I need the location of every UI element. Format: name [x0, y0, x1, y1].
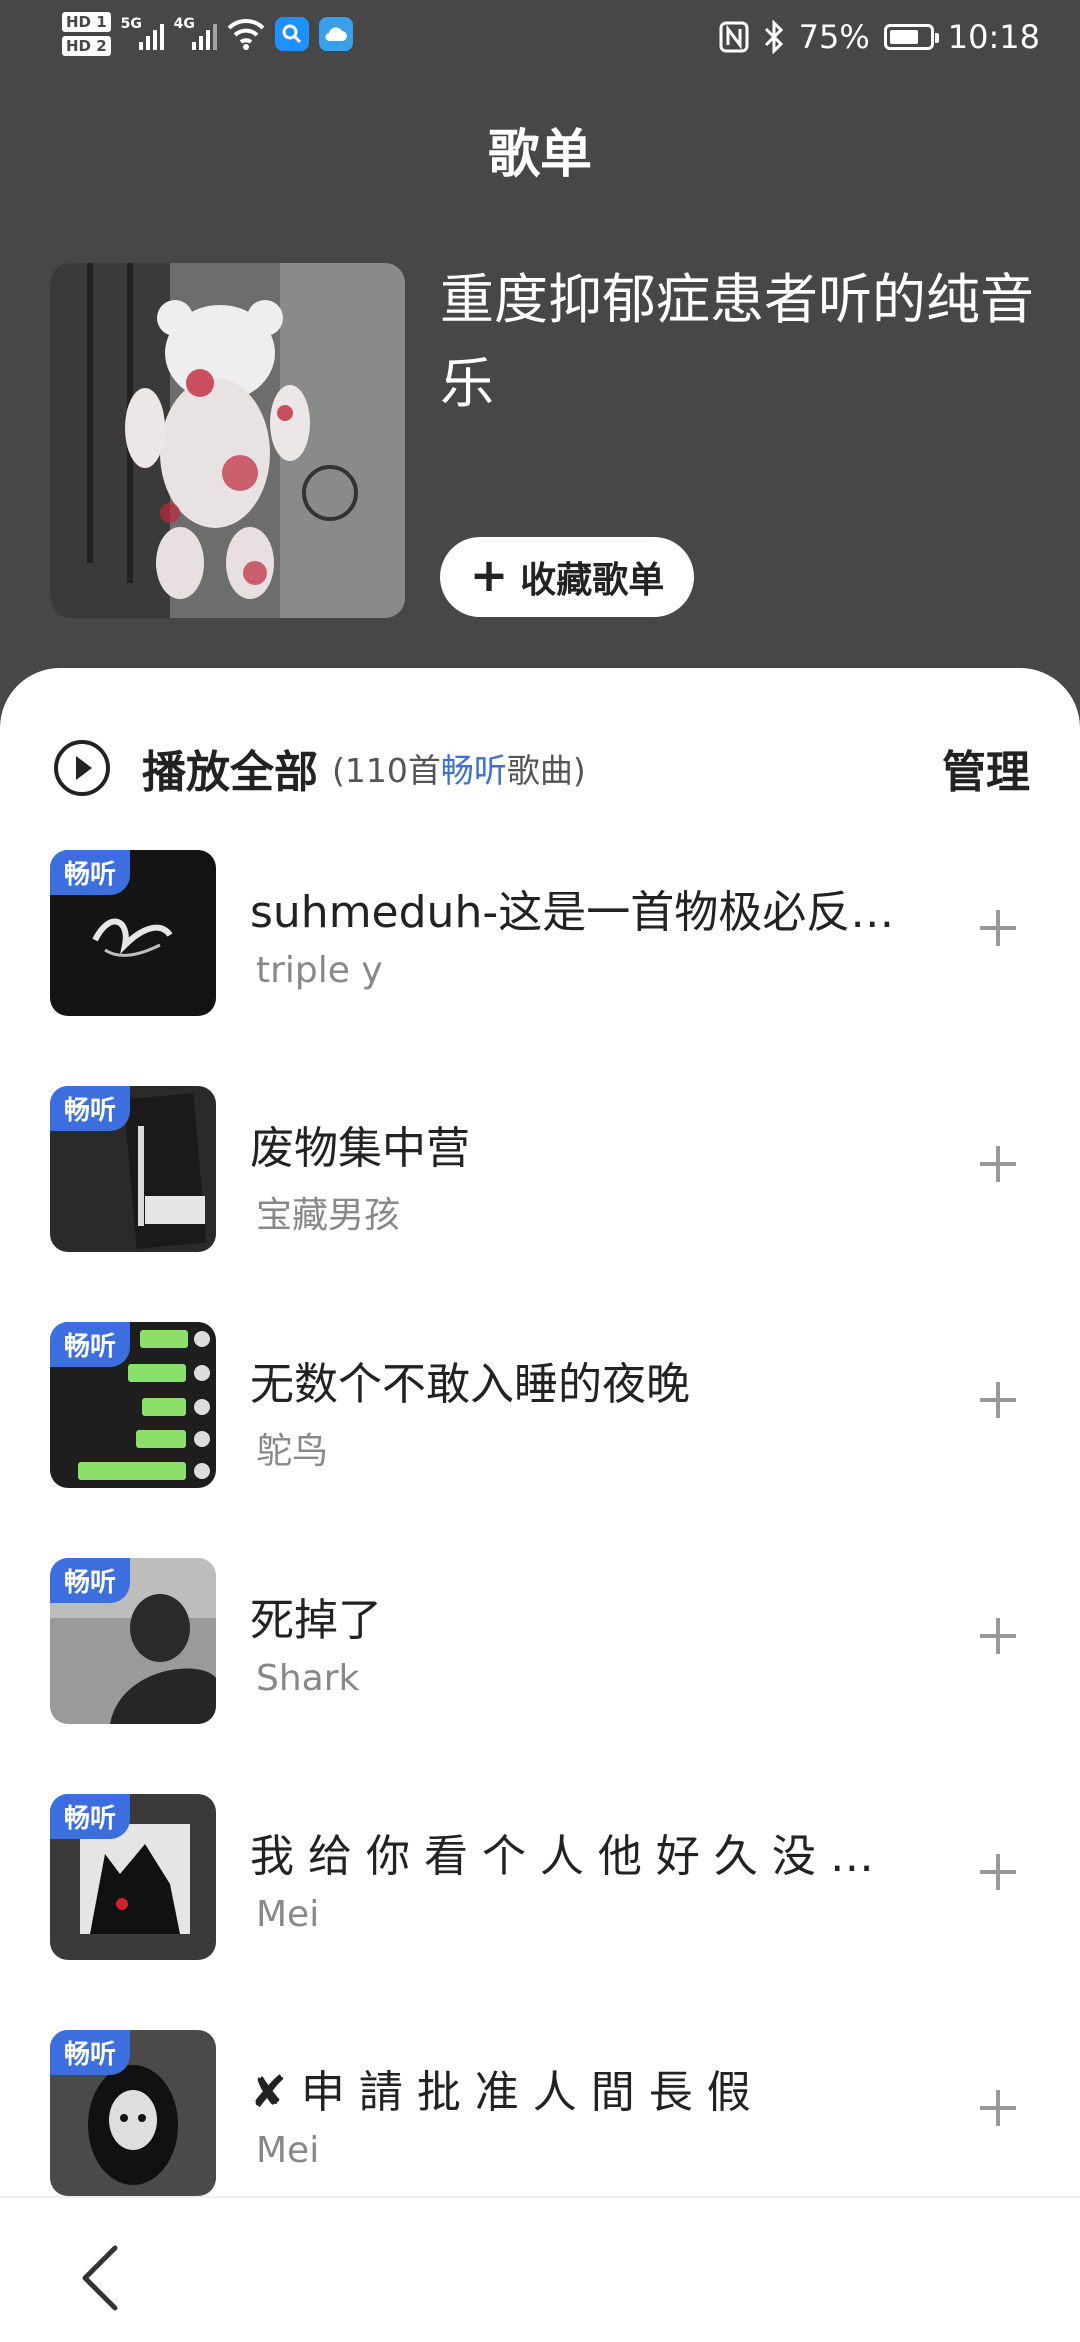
song-row[interactable]: 畅听 我 给 你 看 个 人 他 好 久 没 … Mei — [0, 1794, 1080, 2030]
status-left: HD 1 HD 2 5G 4G — [62, 12, 353, 56]
battery-icon — [883, 24, 939, 50]
favorite-label: 收藏歌单 — [520, 560, 665, 601]
song-thumbnail: 畅听 — [50, 1794, 216, 1960]
add-song-icon[interactable] — [968, 898, 1028, 958]
playlist-title: 重度抑郁症患者听的纯音乐 — [440, 268, 1034, 415]
hd2-badge: HD 2 — [62, 36, 111, 56]
song-row[interactable]: 畅听 suhmeduh-这是一首物极必反… triple y — [0, 850, 1080, 1086]
signal-5g-icon: 5G — [121, 16, 164, 50]
changting-tag: 畅听 — [50, 1322, 131, 1367]
hd-indicators: HD 1 HD 2 — [62, 12, 111, 56]
play-circle-icon[interactable] — [52, 738, 112, 798]
add-song-icon[interactable] — [968, 1606, 1028, 1666]
status-bar: HD 1 HD 2 5G 4G 75% 10:18 — [0, 0, 1080, 80]
weather-app-icon — [318, 17, 353, 51]
page-title: 歌单 — [487, 125, 592, 185]
song-title: 我 给 你 看 个 人 他 好 久 没 … — [250, 1831, 874, 1882]
clock: 10:18 — [947, 18, 1040, 56]
song-row[interactable]: 畅听 无数个不敢入睡的夜晚 鸵鸟 — [0, 1322, 1080, 1558]
plus-icon: + — [469, 548, 509, 602]
song-count: (110首畅听歌曲) — [332, 751, 586, 790]
changting-tag: 畅听 — [50, 2030, 131, 2075]
changting-tag: 畅听 — [50, 1794, 131, 1839]
song-title: 无数个不敢入睡的夜晚 — [250, 1359, 690, 1410]
nfc-icon — [719, 21, 749, 53]
manage-button[interactable]: 管理 — [942, 736, 1030, 800]
changting-tag: 畅听 — [50, 1086, 131, 1131]
add-song-icon[interactable] — [968, 1842, 1028, 1902]
changting-tag: 畅听 — [50, 1558, 131, 1603]
song-row[interactable]: 畅听 死掉了 Shark — [0, 1558, 1080, 1794]
song-thumbnail: 畅听 — [50, 850, 216, 1016]
song-artist: Shark — [256, 1658, 360, 1699]
changting-tag: 畅听 — [50, 850, 131, 895]
song-artist: 宝藏男孩 — [256, 1195, 401, 1236]
song-artist: Mei — [256, 2130, 320, 2171]
song-artist: Mei — [256, 1894, 320, 1935]
signal-4g-icon: 4G — [174, 16, 217, 50]
hd1-badge: HD 1 — [62, 12, 111, 32]
play-all-row[interactable]: 播放全部 (110首畅听歌曲) 管理 — [52, 718, 1030, 818]
search-app-icon — [274, 17, 309, 51]
status-right: 75% 10:18 — [719, 18, 1040, 56]
wifi-icon — [227, 18, 265, 50]
add-song-icon[interactable] — [968, 2078, 1028, 2138]
song-row[interactable]: 畅听 废物集中营 宝藏男孩 — [0, 1086, 1080, 1322]
song-title: 死掉了 — [250, 1595, 382, 1646]
add-song-icon[interactable] — [968, 1134, 1028, 1194]
playlist-cover[interactable] — [50, 263, 405, 618]
song-title: 废物集中营 — [250, 1123, 470, 1174]
navigation-bar — [0, 2196, 1080, 2342]
song-artist: triple y — [256, 950, 383, 991]
bluetooth-icon — [764, 20, 783, 54]
add-song-icon[interactable] — [968, 1370, 1028, 1430]
song-list-sheet: 播放全部 (110首畅听歌曲) 管理 畅听 suhmeduh-这是一首物极必反…… — [0, 668, 1080, 2340]
song-title: suhmeduh-这是一首物极必反… — [250, 887, 895, 938]
song-thumbnail: 畅听 — [50, 1322, 216, 1488]
song-thumbnail: 畅听 — [50, 1558, 216, 1724]
song-thumbnail: 畅听 — [50, 2030, 216, 2196]
back-chevron-icon[interactable] — [70, 2238, 130, 2318]
favorite-playlist-button[interactable]: + 收藏歌单 — [440, 537, 694, 617]
battery-percent: 75% — [798, 18, 870, 56]
song-thumbnail: 畅听 — [50, 1086, 216, 1252]
play-all-label[interactable]: 播放全部 — [142, 736, 318, 800]
song-artist: 鸵鸟 — [256, 1431, 329, 1472]
song-title: ✘ 申 請 批 准 人 間 長 假 — [250, 2067, 751, 2118]
